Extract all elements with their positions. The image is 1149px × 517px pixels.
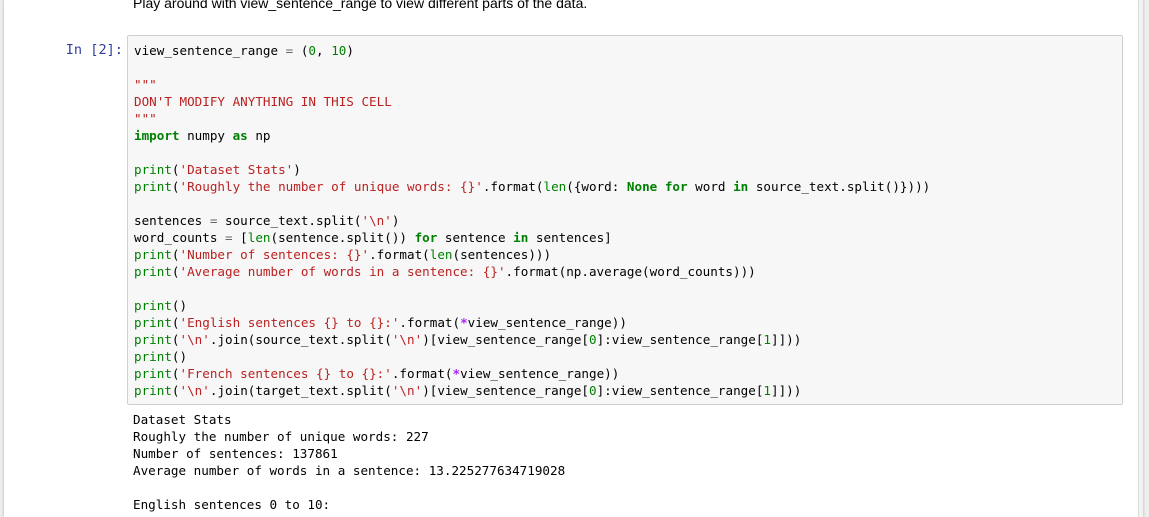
markdown-cell-text: Play around with view_sentence_range to … (133, 0, 588, 11)
output-line: English sentences 0 to 10: (133, 497, 331, 512)
code-line: print() (134, 298, 188, 313)
code-line: word_counts = [len(sentence.split()) for… (134, 230, 612, 245)
code-line: """ (134, 77, 157, 92)
code-line: print('Dataset Stats') (134, 162, 301, 177)
code-line: print('\n'.join(source_text.split('\n')[… (134, 332, 802, 347)
output-line: Dataset Stats (133, 412, 232, 427)
code-line: view_sentence_range = (0, 10) (134, 43, 354, 58)
code-line: """ (134, 111, 157, 126)
notebook-page: Play around with view_sentence_range to … (4, 0, 1143, 517)
code-line: import numpy as np (134, 128, 271, 143)
code-line: print('English sentences {} to {}:'.form… (134, 315, 627, 330)
code-line: print('French sentences {} to {}:'.forma… (134, 366, 620, 381)
input-prompt: In [2]: (65, 42, 123, 58)
output-line: Number of sentences: 137861 (133, 446, 338, 461)
code-line: print('\n'.join(target_text.split('\n')[… (134, 383, 802, 398)
code-line: DON'T MODIFY ANYTHING IN THIS CELL (134, 94, 392, 109)
cell-output: Dataset Stats Roughly the number of uniq… (133, 411, 565, 513)
scrollbar-track[interactable] (1138, 0, 1143, 517)
output-line: Average number of words in a sentence: 1… (133, 463, 566, 478)
code-cell-input[interactable]: view_sentence_range = (0, 10) """ DON'T … (127, 35, 1123, 405)
code-line: print('Number of sentences: {}'.format(l… (134, 247, 552, 262)
code-line: sentences = source_text.split('\n') (134, 213, 400, 228)
code-editor[interactable]: view_sentence_range = (0, 10) """ DON'T … (134, 42, 930, 399)
output-line: Roughly the number of unique words: 227 (133, 429, 429, 444)
code-line: print('Average number of words in a sent… (134, 264, 756, 279)
code-line: print() (134, 349, 188, 364)
code-line: print('Roughly the number of unique word… (134, 179, 931, 194)
